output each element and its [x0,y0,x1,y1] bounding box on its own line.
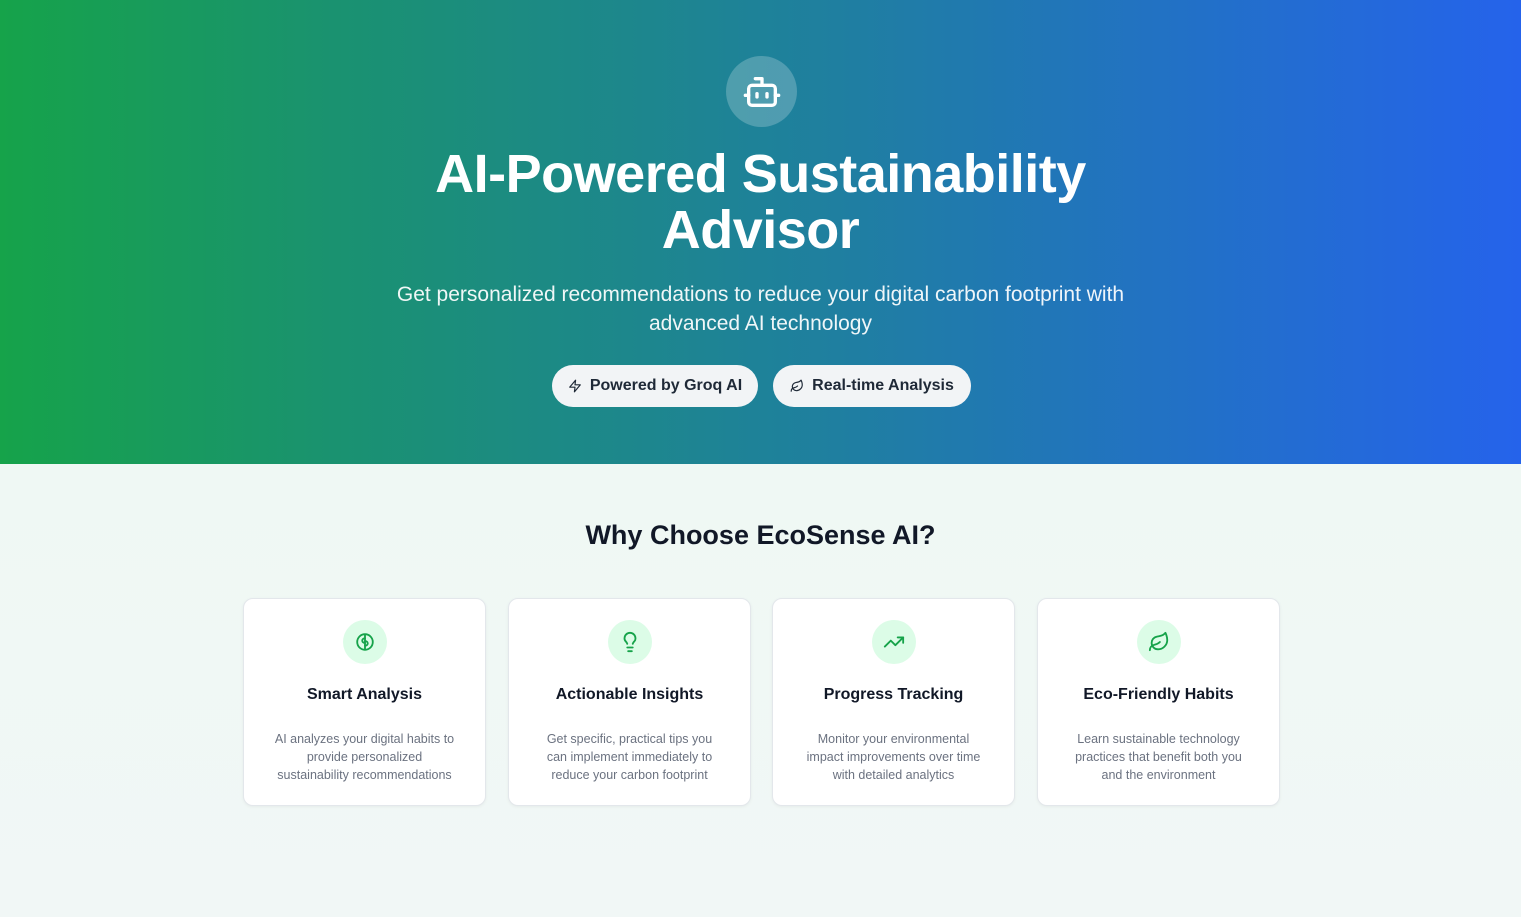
desc-line: practices that benefit both you [1075,750,1242,764]
zap-icon [568,379,581,393]
desc-line: provide personalized [306,750,423,764]
card-description: Monitor your environmental impact improv… [793,730,994,784]
badge-realtime: Real-time Analysis [773,365,971,407]
card-title: Progress Tracking [823,686,964,703]
feature-card-eco-friendly-habits: Eco-Friendly Habits Learn sustainable te… [1037,598,1280,806]
desc-line: with detailed analytics [832,768,955,782]
card-title: Smart Analysis [306,686,422,703]
desc-line: Learn sustainable technology [1077,732,1240,746]
desc-line: reduce your carbon footprint [551,768,708,782]
feature-card-actionable-insights: Actionable Insights Get specific, practi… [508,598,751,806]
desc-line: Get specific, practical tips you [546,732,713,746]
feature-card-smart-analysis: Smart Analysis AI analyzes your digital … [243,598,486,806]
desc-line: AI analyzes your digital habits to [274,732,455,746]
title-line-1: AI-Powered Sustainability [435,144,1086,204]
desc-line: Monitor your environmental [817,732,970,746]
page-title: AI-Powered Sustainability Advisor [0,146,1521,258]
badge-groq-ai: Powered by Groq AI [552,365,758,407]
subtitle-line-1: Get personalized recommendations to redu… [396,283,1125,306]
brain-icon [343,620,387,664]
card-description: Learn sustainable technology practices t… [1058,730,1259,784]
robot-icon [726,56,797,127]
leaf-icon [790,379,803,392]
card-description: Get specific, practical tips you can imp… [529,730,730,784]
desc-line: sustainability recommendations [277,768,452,782]
leaf-icon [1137,620,1181,664]
card-title: Actionable Insights [555,686,704,703]
desc-line: impact improvements over time [806,750,981,764]
badge-groq-label: Powered by Groq AI [589,377,743,394]
hero-subtitle: Get personalized recommendations to redu… [360,280,1161,338]
badge-realtime-label: Real-time Analysis [812,377,954,394]
features-title: Why Choose EcoSense AI? [585,520,936,550]
card-description: AI analyzes your digital habits to provi… [264,730,465,784]
feature-card-progress-tracking: Progress Tracking Monitor your environme… [772,598,1015,806]
desc-line: can implement immediately to [546,750,713,764]
subtitle-line-2: advanced AI technology [648,312,872,335]
card-title: Eco-Friendly Habits [1083,686,1234,703]
title-line-2: Advisor [661,200,860,260]
lightbulb-icon [608,620,652,664]
desc-line: and the environment [1101,768,1216,782]
hero-section: AI-Powered Sustainability Advisor Get pe… [0,0,1521,464]
trending-up-icon [872,620,916,664]
